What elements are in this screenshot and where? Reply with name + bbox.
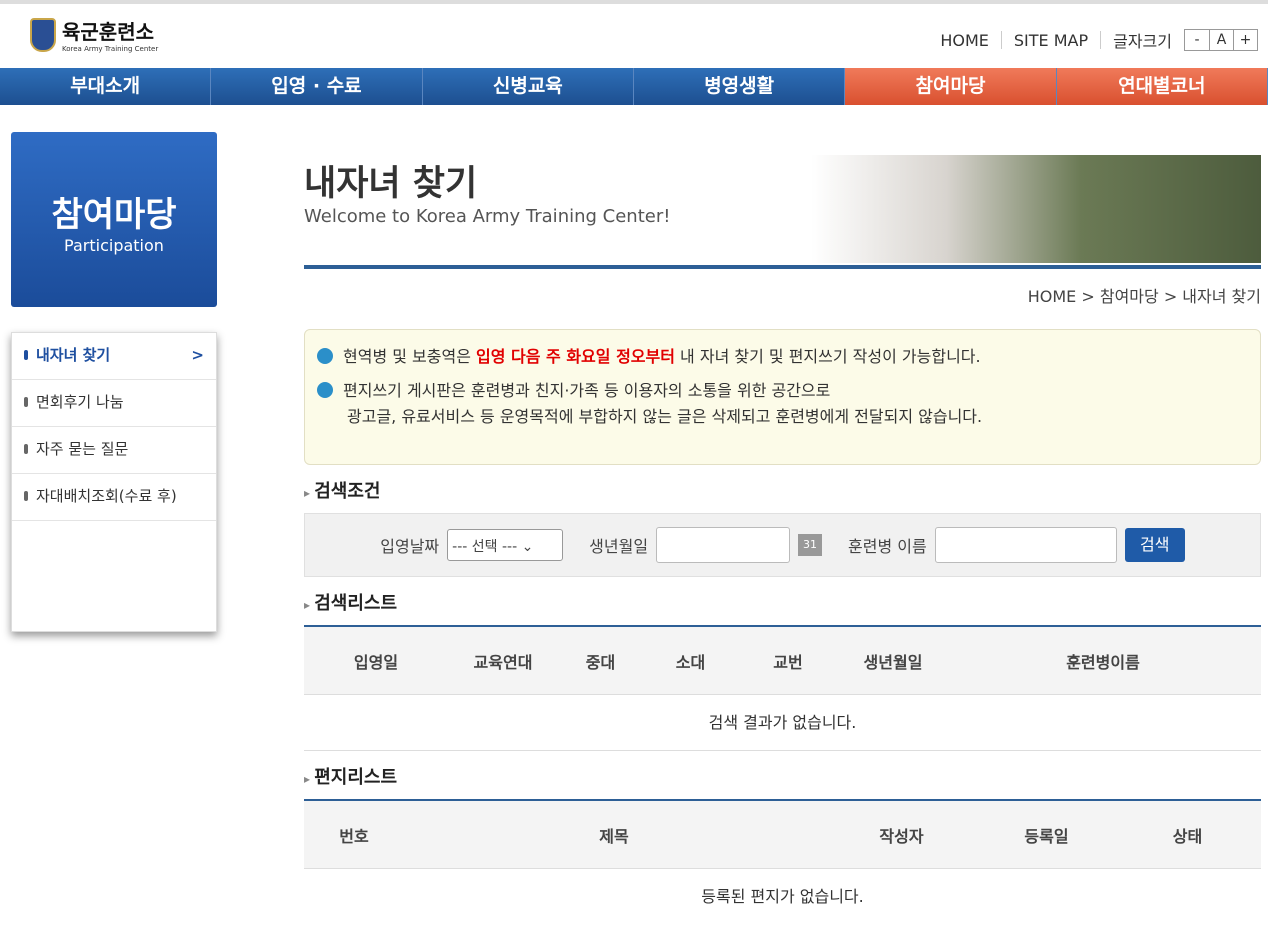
soldiers-photo [811,155,1261,263]
font-size-label: 글자크기 [1113,32,1172,51]
side-menu: 내자녀 찾기 > 면회후기 나눔 자주 묻는 질문 자대배치조회(수료 후) [11,332,217,632]
nav-item[interactable]: 입영 · 수료 [211,68,423,105]
main-nav: 부대소개 입영 · 수료 신병교육 병영생활 참여마당 연대별코너 [0,68,1268,105]
nav-item[interactable]: 연대별코너 [1056,68,1268,105]
nav-item[interactable]: 병영생활 [634,68,846,105]
font-plus-button[interactable]: + [1233,30,1257,50]
date-select[interactable]: --- 선택 --- ⌄ [447,529,564,561]
notice-box: 현역병 및 보충역은 입영 다음 주 화요일 정오부터 내 자녀 찾기 및 편지… [304,329,1261,465]
letter-table: 번호 제목 작성자 등록일 상태 등록된 편지가 없습니다. [304,799,1261,925]
pin-icon [317,348,333,364]
util-links: HOME SITE MAP 글자크기 - A + [940,28,1258,52]
side-item[interactable]: 내자녀 찾기 > [12,333,216,380]
sitemap-link[interactable]: SITE MAP [1014,31,1088,50]
nav-item[interactable]: 신병교육 [423,68,634,105]
font-reset-button[interactable]: A [1209,30,1233,50]
nav-item[interactable]: 부대소개 [0,68,212,105]
emblem-icon [30,17,56,52]
logo[interactable]: 육군훈련소 Korea Army Training Center [30,16,158,53]
home-link[interactable]: HOME [940,31,989,50]
side-item[interactable]: 자주 묻는 질문 [12,427,216,474]
section-banner: 참여마당 Participation [11,132,217,307]
pin-icon [317,382,333,398]
calendar-icon[interactable]: 31 [798,534,823,556]
font-minus-button[interactable]: - [1185,30,1209,50]
search-button[interactable]: 검색 [1124,528,1185,562]
side-item[interactable]: 면회후기 나눔 [12,380,216,427]
chevron-right-icon: > [191,346,204,364]
result-table: 입영일 교육연대 중대 소대 교번 생년월일 훈련병이름 검색 결과가 없습니다. [304,625,1261,751]
side-item[interactable]: 자대배치조회(수료 후) [12,474,216,521]
breadcrumb: HOME > 참여마당 > 내자녀 찾기 [1027,287,1261,306]
name-input[interactable] [934,527,1117,563]
nav-item[interactable]: 참여마당 [845,68,1057,105]
search-form: 입영날짜 --- 선택 --- ⌄ 생년월일 31 훈련병 이름 검색 [304,513,1261,577]
birth-input[interactable] [656,527,791,563]
